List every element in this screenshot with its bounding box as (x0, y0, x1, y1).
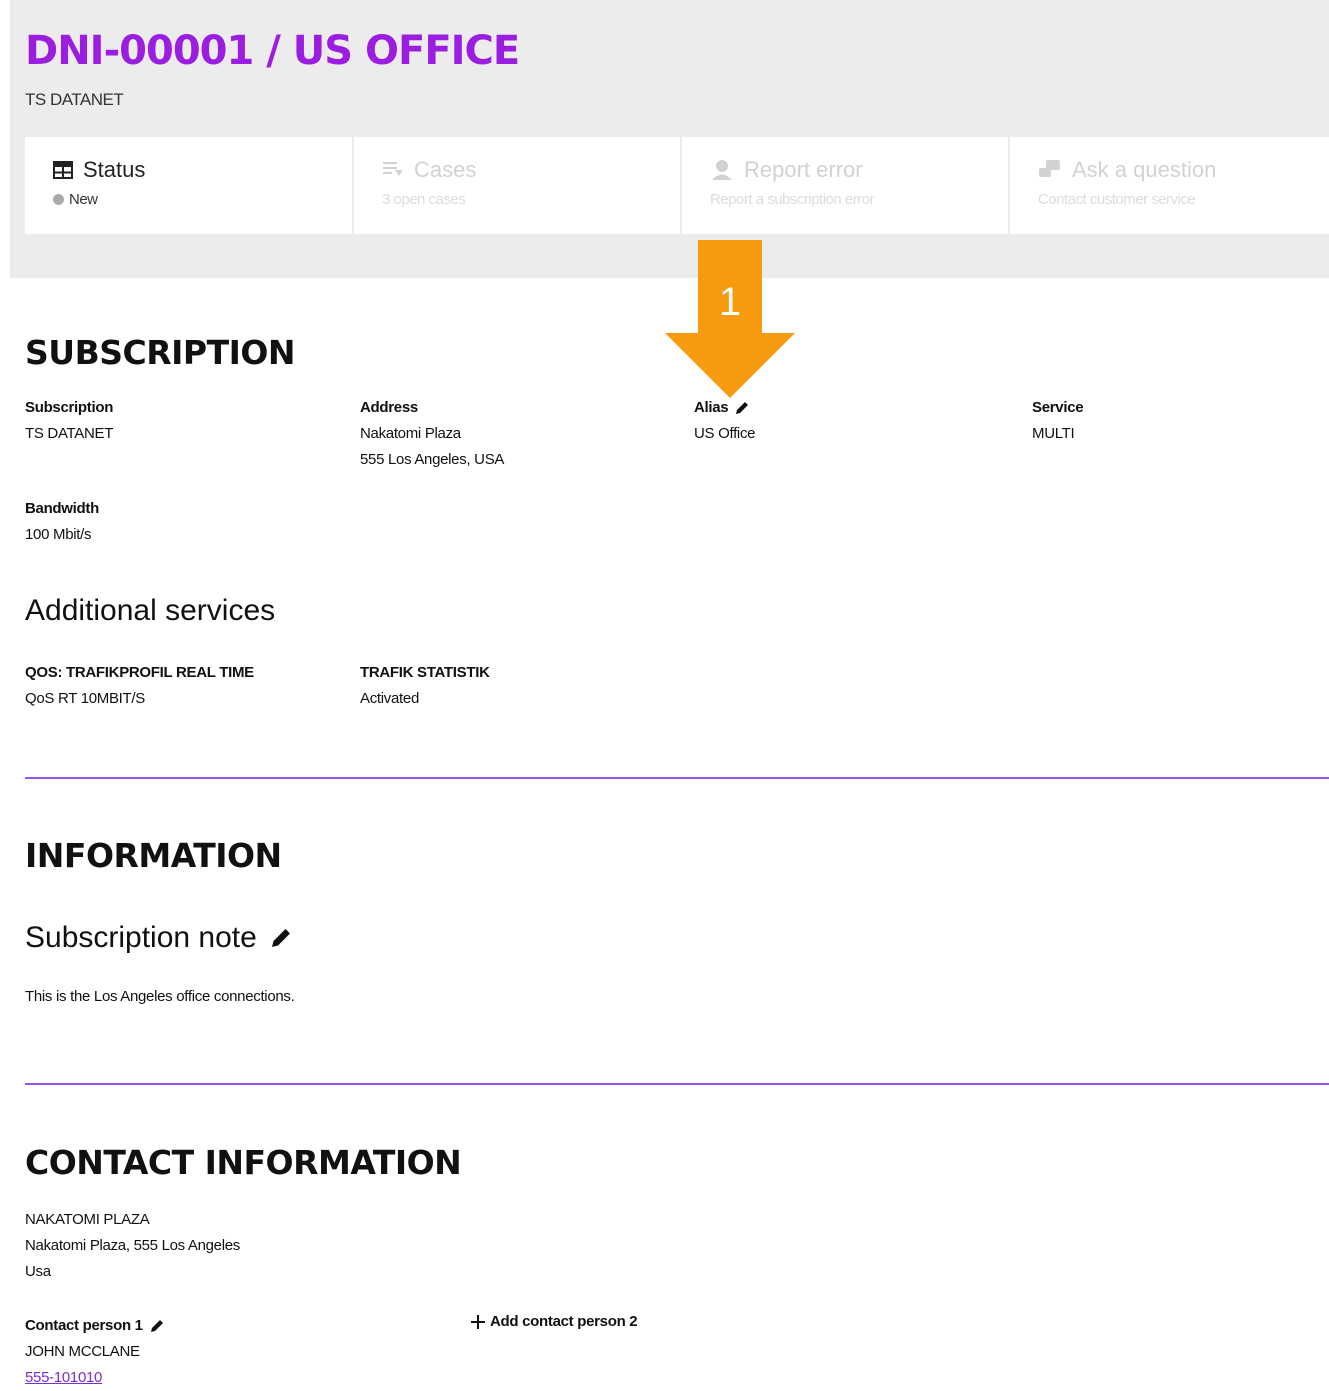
tab-ask-question-label: Ask a question (1072, 157, 1217, 182)
alias-value: US Office (694, 425, 756, 442)
subscription-label: Subscription (25, 399, 114, 416)
add-contact-person-button[interactable]: Add contact person 2 (470, 1313, 638, 1330)
additional-service-value: Activated (360, 690, 419, 707)
status-dot (53, 194, 64, 205)
contact-person-1-label: Contact person 1 (25, 1317, 143, 1334)
subscription-value: TS DATANET (25, 425, 114, 442)
tab-cases-sub: 3 open cases (382, 191, 466, 208)
bandwidth-value: 100 Mbit/s (25, 526, 92, 543)
bandwidth-field: Bandwidth 100 Mbit/s (25, 496, 99, 548)
contact-heading: CONTACT INFORMATION (25, 1143, 462, 1182)
tab-status-label: Status (83, 157, 146, 182)
contact-person-1-phone[interactable]: 555-101010 (25, 1365, 165, 1391)
service-value: MULTI (1032, 425, 1075, 442)
contact-country: Usa (25, 1263, 51, 1280)
tab-cases-label: Cases (414, 157, 477, 182)
address-label: Address (360, 399, 418, 416)
service-field: Service MULTI (1032, 395, 1084, 447)
service-label: Service (1032, 399, 1084, 416)
page-subtitle: TS DATANET (25, 90, 124, 109)
section-divider (25, 777, 1329, 779)
annotation-number: 1 (718, 280, 742, 324)
additional-service-item: TRAFIK STATISTIK Activated (360, 660, 490, 712)
tab-report-error[interactable]: Report error Report a subscription error (682, 137, 1008, 234)
contact-address: Nakatomi Plaza, 555 Los Angeles (25, 1237, 241, 1254)
contact-person-1-name: JOHN MCCLANE (25, 1343, 140, 1360)
plus-icon (470, 1314, 486, 1330)
address-line1: Nakatomi Plaza (360, 425, 461, 442)
tab-ask-question-sub: Contact customer service (1038, 191, 1196, 208)
pencil-icon[interactable] (734, 400, 750, 416)
contact-company: NAKATOMI PLAZA (25, 1211, 150, 1228)
tab-cases[interactable]: Cases 3 open cases (354, 137, 680, 234)
additional-service-value: QoS RT 10MBIT/S (25, 690, 145, 707)
pencil-icon[interactable] (149, 1318, 165, 1334)
additional-service-label: TRAFIK STATISTIK (360, 664, 490, 681)
pencil-icon[interactable] (269, 926, 293, 950)
additional-services-heading: Additional services (25, 594, 276, 627)
list-icon (382, 160, 404, 180)
additional-service-item: QOS: TRAFIKPROFIL REAL TIME QoS RT 10MBI… (25, 660, 254, 712)
address-field: Address Nakatomi Plaza 555 Los Angeles, … (360, 395, 504, 473)
additional-service-label: QOS: TRAFIKPROFIL REAL TIME (25, 664, 254, 681)
subscription-note-text: This is the Los Angeles office connectio… (25, 988, 295, 1005)
alias-field: Alias US Office (694, 395, 756, 447)
page-title: DNI-00001 / US OFFICE (25, 28, 520, 74)
tab-ask-question[interactable]: Ask a question Contact customer service (1010, 137, 1329, 234)
table-icon (53, 161, 73, 179)
contact-address-block: NAKATOMI PLAZA Nakatomi Plaza, 555 Los A… (25, 1207, 240, 1285)
tab-status[interactable]: Status New (25, 137, 352, 234)
section-divider (25, 1083, 1329, 1085)
tab-report-error-label: Report error (744, 157, 863, 182)
alias-label: Alias (694, 399, 729, 416)
tab-report-error-sub: Report a subscription error (710, 191, 875, 208)
person-icon (710, 159, 734, 181)
status-value: New (69, 191, 98, 208)
chat-icon (1038, 159, 1062, 181)
add-contact-person-label: Add contact person 2 (490, 1313, 638, 1330)
contact-person-1: Contact person 1 JOHN MCCLANE 555-101010 (25, 1313, 165, 1391)
action-tabs: Status New Cases 3 open cases Report err… (25, 137, 1329, 234)
subscription-note-heading: Subscription note (25, 921, 293, 955)
address-line2: 555 Los Angeles, USA (360, 451, 505, 468)
subscription-heading: SUBSCRIPTION (25, 333, 296, 372)
subscription-field: Subscription TS DATANET (25, 395, 113, 447)
information-heading: INFORMATION (25, 836, 282, 875)
bandwidth-label: Bandwidth (25, 500, 99, 517)
